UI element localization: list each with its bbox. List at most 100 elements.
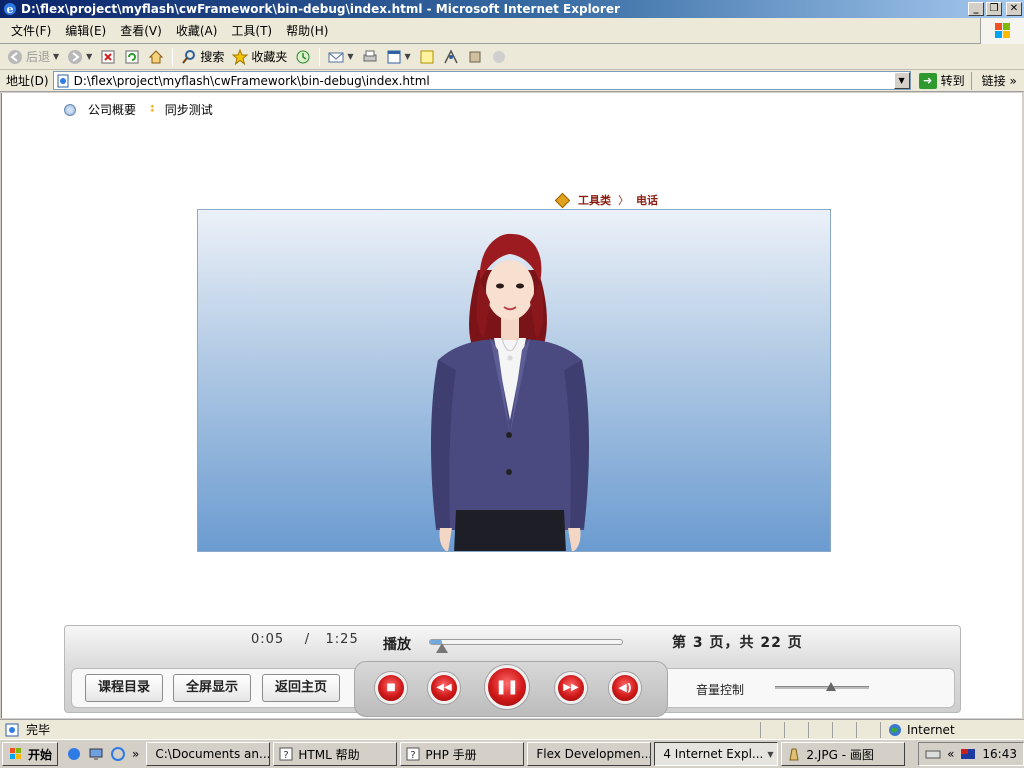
start-label: 开始 [28, 747, 53, 762]
go-button[interactable]: ➜ 转到 [911, 72, 971, 89]
task-label: PHP 手册 [425, 747, 477, 762]
task-label: C:\Documents an... [155, 747, 271, 761]
nav-sync-test[interactable]: 同步测试 [165, 101, 213, 118]
status-cell [832, 721, 856, 738]
video-stage[interactable] [197, 209, 831, 552]
mail-dropdown-icon[interactable]: ▼ [347, 52, 353, 61]
links-button[interactable]: 链接 » [970, 71, 1017, 90]
clock[interactable]: 16:43 [982, 747, 1017, 761]
stop-playback-button[interactable]: ■ [375, 672, 407, 704]
refresh-button[interactable] [121, 46, 143, 68]
seek-handle[interactable] [435, 643, 448, 653]
back-dropdown-icon[interactable]: ▼ [53, 52, 59, 61]
task-explorer[interactable]: C:\Documents an... [146, 742, 271, 766]
task-php-manual[interactable]: ? PHP 手册 [400, 742, 525, 766]
task-paint[interactable]: 2.JPG - 画图 [781, 742, 906, 766]
volume-slider[interactable] [775, 682, 869, 691]
tray-expand-icon[interactable]: « [947, 747, 954, 761]
mail-button[interactable]: ▼ [325, 46, 356, 68]
page-icon [57, 74, 69, 87]
paint-icon [789, 748, 799, 761]
svg-text:e: e [7, 3, 14, 16]
task-label: Flex Developmen... [536, 747, 652, 761]
rewind-icon: ◀◀ [436, 682, 452, 693]
home-button[interactable] [145, 46, 167, 68]
breadcrumb-current: 电话 [636, 194, 658, 207]
history-button[interactable] [292, 46, 314, 68]
menu-view[interactable]: 查看(V) [113, 21, 169, 41]
chevron-icon[interactable]: » [132, 747, 139, 761]
go-arrow-icon: ➜ [918, 72, 937, 89]
discuss-button[interactable] [416, 46, 438, 68]
top-navigation: 公司概要 ⁑ 同步测试 [64, 101, 213, 118]
media-icon [492, 50, 505, 63]
edit-dropdown-icon[interactable]: ▼ [405, 52, 411, 61]
rewind-button[interactable]: ◀◀ [428, 672, 460, 704]
menu-help[interactable]: 帮助(H) [279, 21, 335, 41]
fast-forward-button[interactable]: ▶▶ [555, 672, 587, 704]
menu-bar: 文件(F) 编辑(E) 查看(V) 收藏(A) 工具(T) 帮助(H) [0, 18, 1024, 44]
restore-button[interactable]: ❐ [986, 2, 1002, 16]
messenger-icon [469, 51, 481, 62]
menu-tools[interactable]: 工具(T) [224, 21, 279, 41]
title-bar[interactable]: e D:\flex\project\myflash\cwFramework\bi… [0, 0, 1024, 18]
keyboard-icon[interactable] [925, 746, 941, 762]
return-home-button[interactable]: 返回主页 [262, 674, 341, 702]
media-button[interactable] [488, 46, 510, 68]
current-time: 0:05 [251, 632, 285, 647]
back-button[interactable]: 后退 ▼ [4, 46, 62, 68]
task-internet-explorer[interactable]: 4 Internet Expl... ▼ [654, 742, 779, 766]
time-separator: / [304, 632, 311, 647]
fullscreen-button[interactable]: 全屏显示 [173, 674, 252, 702]
language-flag-icon[interactable] [960, 746, 976, 762]
forward-dropdown-icon[interactable]: ▼ [86, 52, 92, 61]
search-label: 搜索 [200, 50, 225, 64]
stop-square-icon: ■ [386, 682, 396, 693]
task-flex-developer[interactable]: Fx Flex Developmen... [527, 742, 652, 766]
toolbar: 后退 ▼ ▼ 搜索 收藏夹 ▼ ▼ [0, 44, 1024, 70]
mute-button[interactable]: ◀) [609, 672, 641, 704]
star-icon [232, 48, 249, 65]
zone-label: Internet [907, 722, 955, 737]
stop-icon [101, 50, 115, 63]
ie-quicklaunch-icon[interactable] [66, 746, 82, 762]
pause-button[interactable]: ❚❚ [485, 665, 529, 709]
breadcrumb-category[interactable]: 工具类 [578, 192, 611, 208]
address-label: 地址(D) [6, 74, 49, 88]
address-bar: 地址(D) D:\flex\project\myflash\cwFramewor… [0, 70, 1024, 92]
address-dropdown-icon[interactable]: ▼ [893, 72, 910, 89]
forward-button[interactable]: ▼ [64, 46, 95, 68]
favorites-button[interactable]: 收藏夹 [229, 46, 290, 68]
messenger-button[interactable] [464, 46, 486, 68]
group-dropdown-icon[interactable]: ▼ [767, 750, 773, 759]
desktop-icon[interactable] [88, 746, 104, 762]
volume-handle[interactable] [826, 682, 837, 691]
print-button[interactable] [359, 46, 381, 68]
browser-icon[interactable] [110, 746, 126, 762]
course-catalog-button[interactable]: 课程目录 [85, 674, 164, 702]
research-button[interactable] [440, 46, 462, 68]
task-html-help[interactable]: ? HTML 帮助 [273, 742, 398, 766]
security-zone: Internet [880, 721, 955, 738]
start-button[interactable]: 开始 [2, 742, 59, 766]
nav-arrow-icon: ⁑ [150, 104, 155, 115]
stop-button[interactable] [97, 46, 119, 68]
research-icon [444, 48, 458, 63]
menu-file[interactable]: 文件(F) [4, 21, 58, 41]
edit-button[interactable]: ▼ [383, 46, 414, 68]
page-indicator: 第 3 页，共 22 页 [672, 635, 803, 651]
address-input[interactable]: D:\flex\project\myflash\cwFramework\bin-… [52, 71, 911, 90]
minimize-button[interactable]: _ [968, 2, 984, 16]
nav-company-overview[interactable]: 公司概要 [88, 101, 136, 118]
status-cell [856, 721, 880, 738]
close-button[interactable]: ✕ [1006, 2, 1022, 16]
seek-bar[interactable] [429, 639, 623, 653]
presenter-illustration [431, 233, 589, 551]
menu-edit[interactable]: 编辑(E) [58, 21, 113, 41]
svg-text:?: ? [284, 750, 289, 761]
forward-arrow-icon [68, 49, 83, 64]
back-label: 后退 [26, 50, 51, 64]
search-button[interactable]: 搜索 [178, 46, 227, 68]
quick-launch: » [58, 742, 143, 766]
menu-favorites[interactable]: 收藏(A) [169, 21, 225, 41]
